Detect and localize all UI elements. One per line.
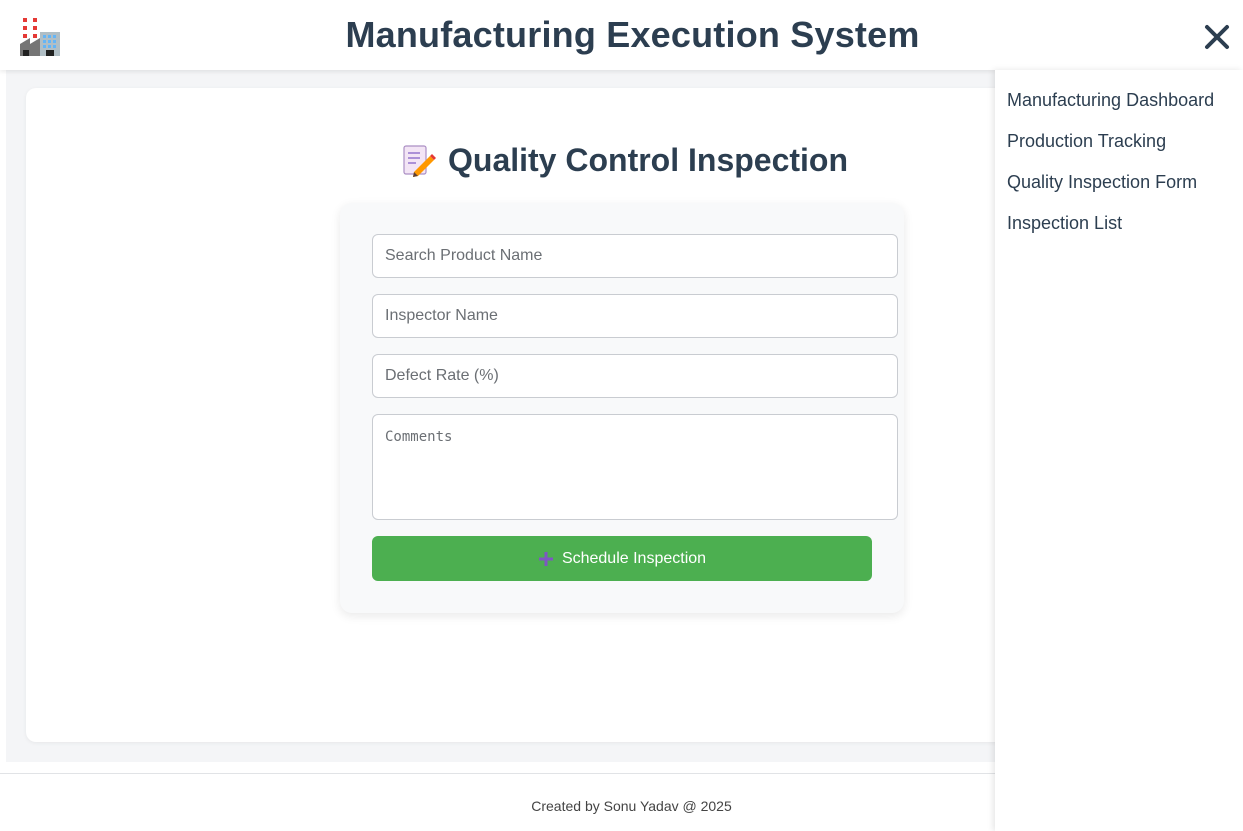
schedule-inspection-label: Schedule Inspection xyxy=(561,549,707,567)
inspector-name-input[interactable] xyxy=(372,294,898,338)
product-search-input[interactable] xyxy=(372,234,898,278)
memo-icon xyxy=(400,142,436,178)
plus-icon xyxy=(538,551,553,566)
menu-item-quality-inspection-form[interactable]: Quality Inspection Form xyxy=(1007,172,1197,193)
app-title: Manufacturing Execution System xyxy=(345,14,920,55)
menu-item-inspection-list[interactable]: Inspection List xyxy=(1007,213,1122,234)
close-menu-button[interactable] xyxy=(1200,20,1234,54)
page-heading: Quality Control Inspection xyxy=(400,140,848,180)
schedule-inspection-button[interactable]: Schedule Inspection xyxy=(372,536,872,581)
page-title: Quality Control Inspection xyxy=(448,141,849,178)
comments-textarea[interactable] xyxy=(372,414,898,520)
app-header: Manufacturing Execution System xyxy=(0,0,1243,70)
defect-rate-input[interactable] xyxy=(372,354,898,398)
menu-item-manufacturing-dashboard[interactable]: Manufacturing Dashboard xyxy=(1007,90,1214,111)
close-icon xyxy=(1205,25,1229,49)
side-menu: Manufacturing Dashboard Production Track… xyxy=(995,70,1243,831)
menu-item-production-tracking[interactable]: Production Tracking xyxy=(1007,131,1166,152)
